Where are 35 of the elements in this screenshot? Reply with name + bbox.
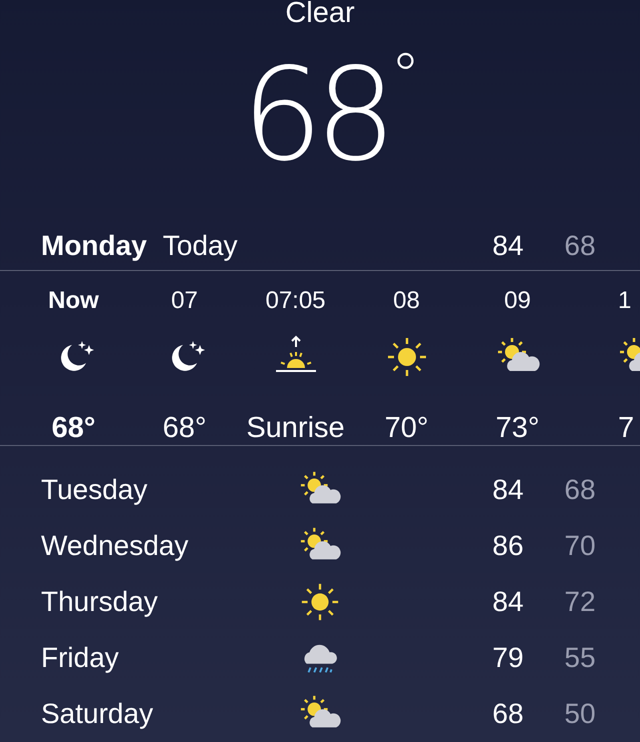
low-temperature: 70 bbox=[563, 530, 597, 562]
weekday-label: Thursday bbox=[41, 586, 159, 618]
high-temperature: 84 bbox=[491, 230, 525, 262]
low-temperature: 68 bbox=[563, 474, 597, 506]
high-temperature: 84 bbox=[491, 586, 525, 618]
weekday-label: Wednesday bbox=[41, 530, 190, 562]
today-label: Today bbox=[162, 230, 238, 262]
day-label: Monday bbox=[41, 230, 147, 262]
low-temperature: 68 bbox=[563, 230, 597, 262]
high-temperature: 86 bbox=[491, 530, 525, 562]
high-temperature: 79 bbox=[491, 642, 525, 674]
hour-temperature: 68° bbox=[162, 411, 206, 445]
hour-label: 09 bbox=[504, 287, 531, 316]
hour-label: Now bbox=[48, 287, 99, 316]
condition-label: Clear bbox=[284, 0, 356, 28]
low-temperature: 72 bbox=[563, 586, 597, 618]
degree-sign: ° bbox=[390, 46, 420, 113]
hour-temperature: 68° bbox=[52, 411, 96, 445]
hour-label: 1 bbox=[618, 287, 632, 316]
hour-temperature: Sunrise bbox=[246, 411, 345, 445]
low-temperature: 50 bbox=[563, 698, 597, 730]
hour-label: 07:05 bbox=[265, 287, 326, 316]
hour-temperature: 73° bbox=[496, 411, 540, 445]
hour-label: 07 bbox=[171, 287, 198, 316]
low-temperature: 55 bbox=[563, 642, 597, 674]
weekday-label: Tuesday bbox=[41, 474, 148, 506]
hour-temperature: 7 bbox=[618, 411, 634, 445]
high-temperature: 68 bbox=[491, 698, 525, 730]
hour-label: 08 bbox=[393, 287, 420, 316]
weekday-label: Saturday bbox=[41, 698, 154, 730]
weekday-label: Friday bbox=[41, 642, 120, 674]
sun-icon bbox=[299, 581, 341, 623]
high-temperature: 84 bbox=[491, 474, 525, 506]
hour-temperature: 70° bbox=[384, 411, 428, 445]
current-temperature: 68 bbox=[242, 46, 388, 186]
